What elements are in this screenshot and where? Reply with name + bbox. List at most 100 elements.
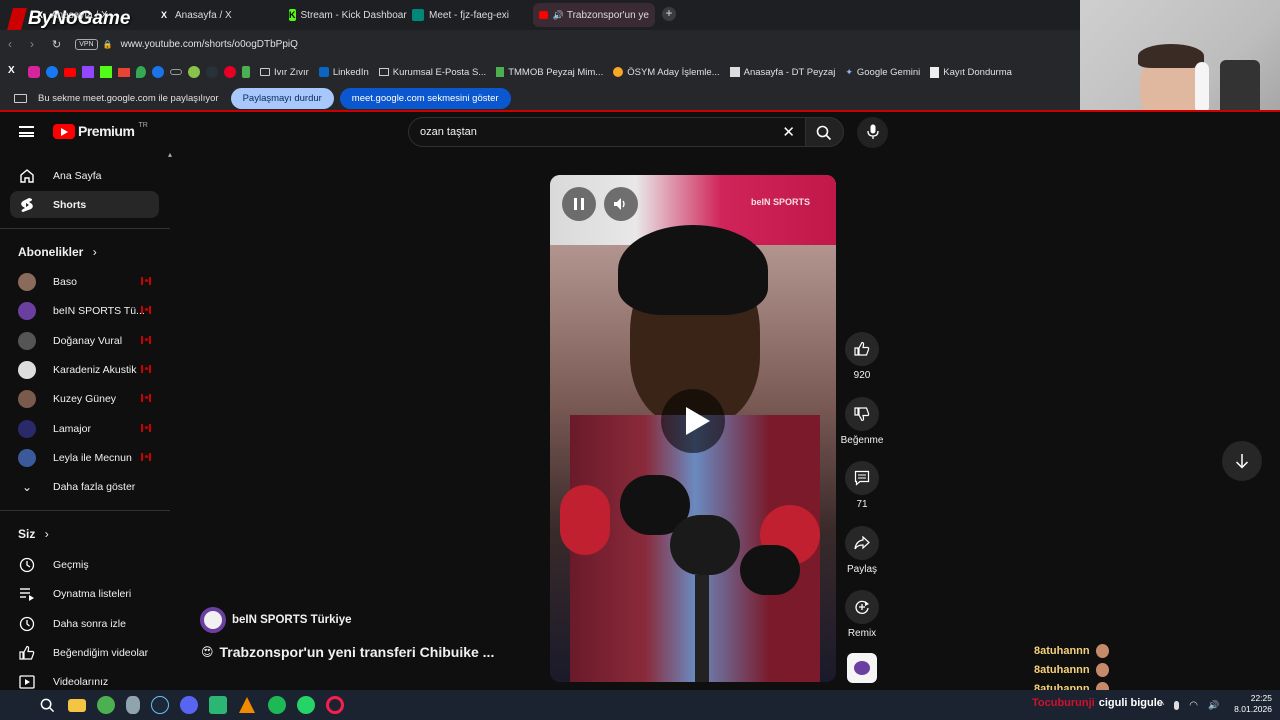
vpn-badge[interactable]: VPN xyxy=(75,38,98,50)
sidebar-item-liked[interactable]: Beğendiğim videolar xyxy=(10,639,159,666)
audio-source-thumbnail[interactable] xyxy=(847,653,877,683)
bookmark-item[interactable]: Kayıt Dondurma xyxy=(943,67,1012,78)
moon-icon[interactable] xyxy=(206,66,218,78)
reload-icon[interactable]: ↻ xyxy=(52,38,61,51)
short-video-player[interactable]: beIN SPORTS xyxy=(550,175,836,682)
phone-icon[interactable] xyxy=(242,66,250,78)
stop-sharing-button[interactable]: Paylaşmayı durdur xyxy=(230,87,334,109)
maps-icon[interactable] xyxy=(136,66,146,78)
sidebar-item-home[interactable]: Ana Sayfa xyxy=(10,162,159,189)
short-title[interactable]: Trabzonspor'un yeni transferi Chibuike .… xyxy=(220,644,495,660)
bookmark-item[interactable]: LinkedIn xyxy=(333,67,369,78)
channel-name[interactable]: beIN SPORTS Türkiye xyxy=(232,614,352,626)
sidebar-item-playlists[interactable]: Oynatma listeleri xyxy=(10,580,159,607)
sidebar-item-history[interactable]: Geçmiş xyxy=(10,551,159,578)
browser-tab[interactable]: X Anasayfa / X xyxy=(34,3,149,27)
opera-gx-icon[interactable] xyxy=(325,696,344,714)
bookmark-item[interactable]: ÖSYM Aday İşlemle... xyxy=(627,67,719,78)
voice-search-button[interactable] xyxy=(857,117,888,148)
remix-button[interactable] xyxy=(845,590,879,624)
sidebar-item-shorts[interactable]: Shorts xyxy=(10,191,159,218)
browser-tab[interactable]: X Anasayfa / X xyxy=(158,3,278,27)
search-button[interactable] xyxy=(806,117,844,147)
subscription-item[interactable]: Baso xyxy=(10,268,159,295)
new-tab-button[interactable]: + xyxy=(662,7,676,21)
sidebar-item-watch-later[interactable]: Daha sonra izle xyxy=(10,610,159,637)
subscription-label: beIN SPORTS Tü... xyxy=(53,304,145,317)
instagram-icon[interactable] xyxy=(28,66,40,78)
bookmark-item[interactable]: Ivır Zıvır xyxy=(274,67,309,78)
subscriptions-heading[interactable]: Abonelikler › xyxy=(18,245,97,259)
share-button[interactable] xyxy=(845,526,879,560)
subscription-item[interactable]: beIN SPORTS Tü... xyxy=(10,297,159,324)
show-more-button[interactable]: ⌄ Daha fazla göster xyxy=(10,473,159,500)
steam-icon[interactable] xyxy=(150,696,169,714)
bookmark-item[interactable]: TMMOB Peyzaj Mim... xyxy=(508,67,603,78)
show-meet-tab-button[interactable]: meet.google.com sekmesini göster xyxy=(339,87,511,109)
center-play-button[interactable] xyxy=(661,389,725,453)
link-icon[interactable] xyxy=(170,69,182,75)
subscription-item[interactable]: Kuzey Güney xyxy=(10,385,159,412)
dollar-icon[interactable] xyxy=(152,66,164,78)
wifi-icon[interactable]: ◠ xyxy=(1189,700,1198,711)
pause-button[interactable] xyxy=(562,187,596,221)
next-short-button[interactable] xyxy=(1222,441,1262,481)
search-icon[interactable] xyxy=(39,696,57,714)
sidebar-item-label: Beğendiğim videolar xyxy=(53,646,149,659)
x-icon[interactable]: X xyxy=(8,65,22,79)
kick-icon[interactable] xyxy=(100,66,112,78)
url-field[interactable]: www.youtube.com/shorts/o0ogDTbPpiQ xyxy=(121,39,298,50)
chevron-up-icon[interactable]: ^ xyxy=(1160,700,1164,710)
whatsapp-icon[interactable] xyxy=(296,696,315,714)
playlist-icon xyxy=(18,585,36,603)
bookmark-item[interactable]: Google Gemini xyxy=(857,67,920,78)
green-circle-icon[interactable] xyxy=(188,66,200,78)
channel-row[interactable]: beIN SPORTS Türkiye xyxy=(200,607,352,633)
chat-app-icon[interactable] xyxy=(208,696,227,714)
microphone-icon[interactable] xyxy=(1174,700,1180,710)
like-button[interactable] xyxy=(845,332,879,366)
search-input[interactable]: ozan taştan xyxy=(420,126,477,138)
comments-button[interactable] xyxy=(845,461,879,495)
short-title-row[interactable]: 😍 Trabzonspor'un yeni transferi Chibuike… xyxy=(201,644,494,660)
thumbs-up-icon xyxy=(18,644,36,662)
bookmark-item[interactable]: Anasayfa - DT Peyzaj xyxy=(744,67,836,78)
browser-tab-active[interactable]: 🔊 Trabzonspor'un ye xyxy=(533,3,655,27)
bookmark-item[interactable]: Kurumsal E-Posta S... xyxy=(393,67,486,78)
vlc-icon[interactable] xyxy=(239,697,255,713)
gmail-icon[interactable] xyxy=(118,67,130,77)
subscription-item[interactable]: Lamajor xyxy=(10,415,159,442)
browser-tab[interactable]: Meet - fjz-faeg-exi xyxy=(412,3,522,27)
gemini-icon: ✦ xyxy=(845,66,853,77)
browser-tab[interactable]: K Stream - Kick Dashboard xyxy=(289,3,407,27)
search-box[interactable]: ozan taştan ✕ xyxy=(408,117,806,147)
you-heading[interactable]: Siz › xyxy=(18,527,49,541)
spotify-icon[interactable] xyxy=(267,696,286,714)
forward-icon[interactable]: › xyxy=(30,37,34,51)
subscription-item[interactable]: Karadeniz Akustik xyxy=(10,356,159,383)
live-icon xyxy=(141,365,151,373)
game-app-icon[interactable] xyxy=(96,696,115,714)
volume-icon[interactable]: 🔊 xyxy=(1208,700,1219,711)
dislike-button[interactable] xyxy=(845,397,879,431)
clear-search-icon[interactable]: ✕ xyxy=(782,123,795,141)
subscription-item[interactable]: Doğanay Vural xyxy=(10,327,159,354)
youtube-logo[interactable]: Premium TR xyxy=(53,122,148,139)
sidebar-divider xyxy=(0,510,170,511)
windows-start-icon[interactable] xyxy=(13,698,28,713)
live-icon xyxy=(141,394,151,402)
file-explorer-icon[interactable] xyxy=(67,698,86,712)
pinterest-icon[interactable] xyxy=(224,66,236,78)
youtube-icon[interactable] xyxy=(64,67,76,77)
twitch-icon[interactable] xyxy=(82,66,94,78)
subscription-item[interactable]: Leyla ile Mecnun xyxy=(10,444,159,471)
shield-app-icon[interactable] xyxy=(125,696,140,714)
back-icon[interactable]: ‹ xyxy=(8,37,12,51)
dislike-label: Beğenme xyxy=(840,435,884,446)
menu-icon[interactable] xyxy=(19,126,34,137)
sidebar-collapse-icon[interactable]: ▴ xyxy=(168,150,172,159)
clock[interactable]: 22:25 8.01.2026 xyxy=(1228,693,1272,715)
discord-icon[interactable] xyxy=(179,696,198,714)
mute-button[interactable] xyxy=(604,187,638,221)
facebook-icon[interactable] xyxy=(46,66,58,78)
